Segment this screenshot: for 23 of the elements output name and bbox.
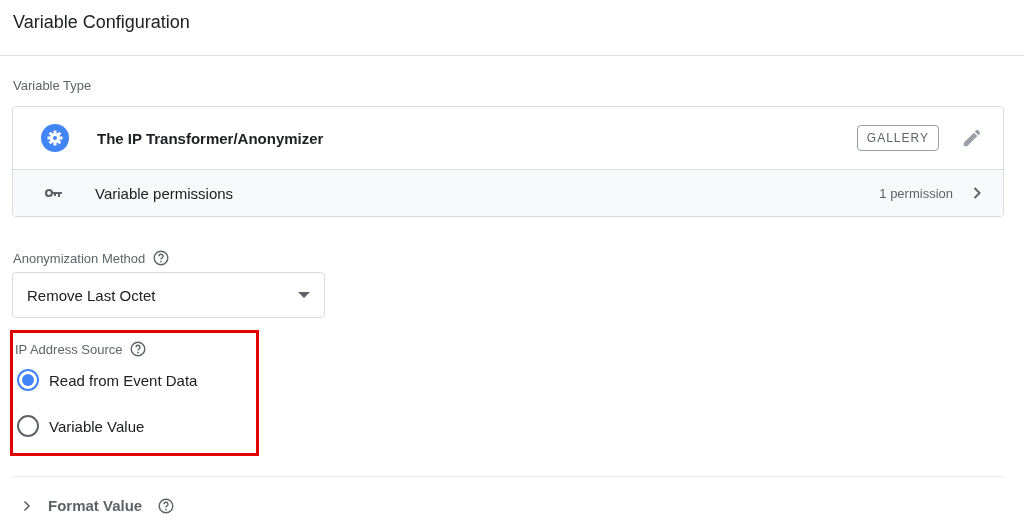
chevron-right-icon: [973, 187, 981, 199]
key-icon: [45, 188, 63, 198]
field-label: Anonymization Method: [13, 250, 146, 266]
permissions-row[interactable]: Variable permissions 1 permission: [13, 170, 1003, 216]
gear-icon: [41, 124, 69, 152]
radio-button[interactable]: [17, 369, 39, 391]
edit-icon[interactable]: [961, 127, 983, 149]
radio-button[interactable]: [17, 415, 39, 437]
panel-title: Variable Configuration: [13, 12, 190, 33]
field-label: IP Address Source: [15, 341, 123, 357]
format-value-expander[interactable]: Format Value: [12, 477, 1004, 514]
permission-count: 1 permission: [879, 185, 953, 201]
section-label: Variable Type: [13, 78, 92, 93]
radio-option[interactable]: Variable Value: [14, 403, 256, 449]
help-icon[interactable]: [153, 250, 170, 266]
gallery-button[interactable]: GALLERY: [856, 125, 939, 151]
help-icon[interactable]: [158, 497, 175, 514]
variable-type-name: The IP Transformer/Anonymizer: [97, 129, 325, 147]
help-icon[interactable]: [130, 341, 147, 357]
method-dropdown[interactable]: Remove Last Octet: [12, 272, 325, 318]
dropdown-arrow-icon: [298, 292, 310, 298]
radio-option[interactable]: Read from Event Data: [14, 357, 256, 403]
permissions-label: Variable permissions: [95, 184, 235, 202]
